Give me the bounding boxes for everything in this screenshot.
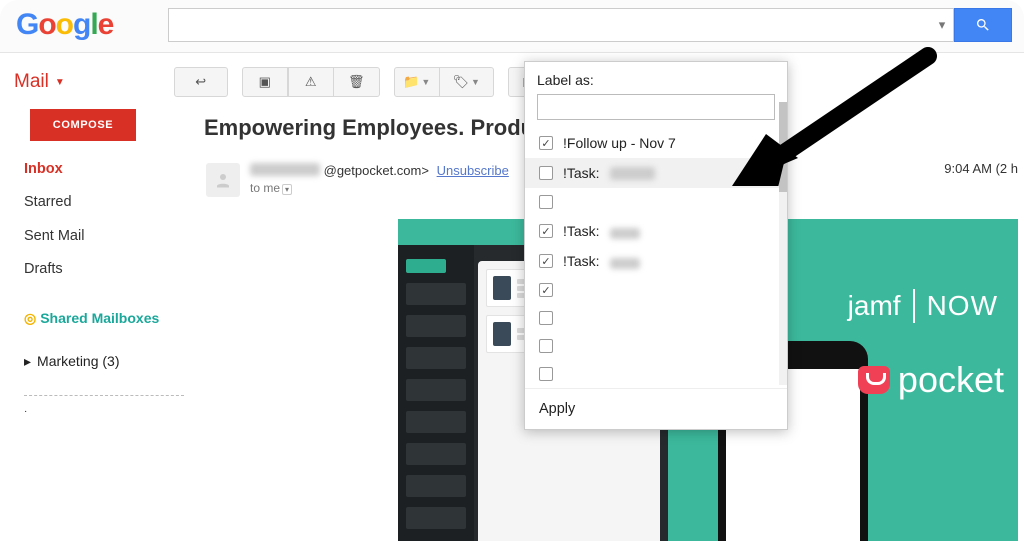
timestamp: 9:04 AM (2 h	[944, 161, 1018, 176]
label-text: !Task:	[563, 253, 600, 269]
label-row[interactable]	[525, 188, 787, 216]
label-list: !Follow up - Nov 7!Task:xxxx!Task:xxxx!T…	[525, 128, 787, 388]
move-group: 📁▼ 🏷▼	[394, 67, 494, 97]
spam-button[interactable]: ⚠	[288, 67, 334, 97]
nav-sent[interactable]: Sent Mail	[24, 220, 192, 253]
checkbox[interactable]	[539, 367, 553, 381]
mail-switcher[interactable]: Mail	[14, 71, 49, 93]
sender-name-redacted: xxxxxx	[250, 163, 320, 176]
label-dropdown-header: Label as:	[525, 62, 787, 94]
nav-drafts[interactable]: Drafts	[24, 253, 192, 286]
archive-button[interactable]: ▣	[242, 67, 288, 97]
left-nav: COMPOSE Inbox Starred Sent Mail Drafts ◎…	[0, 105, 192, 541]
spam-icon: ⚠	[305, 74, 317, 90]
back-button[interactable]: ↩	[174, 67, 228, 97]
promo-pocket-text: pocket	[858, 359, 1004, 401]
label-row[interactable]	[525, 332, 787, 360]
search-bar: ▾	[168, 8, 1012, 42]
shared-icon: ◎	[24, 302, 36, 334]
nav-starred[interactable]: Starred	[24, 186, 192, 219]
label-row[interactable]: !Follow up - Nov 7	[525, 128, 787, 158]
archive-icon: ▣	[259, 74, 271, 90]
label-row[interactable]: !Task: xxxx	[525, 216, 787, 246]
back-arrow-icon: ↩	[195, 74, 206, 90]
label-row[interactable]: !Task: xxxx	[525, 158, 787, 188]
caret-down-icon: ▼	[55, 77, 65, 88]
compose-button[interactable]: COMPOSE	[30, 109, 136, 141]
search-options-dropdown[interactable]: ▾	[931, 17, 953, 33]
sender-line: xxxxxx @getpocket.com> Unsubscribe	[250, 163, 509, 178]
nav-marketing[interactable]: ▸ Marketing (3)	[24, 345, 192, 377]
label-row[interactable]	[525, 276, 787, 304]
label-dropdown[interactable]: Label as: !Follow up - Nov 7!Task:xxxx!T…	[524, 61, 788, 430]
delete-button[interactable]: 🗑	[334, 67, 380, 97]
label-row[interactable]: !Task: xxxx	[525, 246, 787, 276]
checkbox[interactable]	[539, 166, 553, 180]
header-bar: Google ▾	[0, 0, 1024, 53]
label-apply-button[interactable]: Apply	[525, 388, 787, 429]
nav-shared-mailboxes[interactable]: ◎ Shared Mailboxes	[24, 302, 192, 334]
person-icon	[214, 171, 232, 189]
nav-inbox[interactable]: Inbox	[24, 153, 192, 186]
label-text-redacted: xxxx	[610, 228, 640, 239]
scrollbar-thumb[interactable]	[779, 102, 787, 192]
folder-icon: 📁	[403, 74, 419, 90]
label-row[interactable]	[525, 360, 787, 388]
checkbox[interactable]	[539, 283, 553, 297]
checkbox[interactable]	[539, 224, 553, 238]
label-text: !Task:	[563, 223, 600, 239]
checkbox[interactable]	[539, 136, 553, 150]
nav-misc: ·	[24, 400, 192, 423]
checkbox[interactable]	[539, 311, 553, 325]
action-group: ▣ ⚠ 🗑	[242, 67, 380, 97]
sender-avatar	[206, 163, 240, 197]
label-row[interactable]	[525, 304, 787, 332]
search-button[interactable]	[954, 8, 1012, 42]
recipient-line: to me▾	[250, 181, 509, 195]
sender-domain: @getpocket.com>	[324, 163, 429, 178]
checkbox[interactable]	[539, 339, 553, 353]
unsubscribe-link[interactable]: Unsubscribe	[437, 163, 509, 178]
moveto-button[interactable]: 📁▼	[394, 67, 440, 97]
checkbox[interactable]	[539, 254, 553, 268]
label-text: !Follow up - Nov 7	[563, 135, 676, 151]
label-icon: 🏷	[453, 74, 470, 90]
labels-button[interactable]: 🏷▼	[440, 67, 494, 97]
checkbox[interactable]	[539, 195, 553, 209]
pocket-icon	[858, 366, 890, 394]
toolbar-row: Mail ▼ ↩ ▣ ⚠ 🗑 📁▼ 🏷▼ More▼ ⏰ ▼	[0, 53, 1024, 105]
trash-icon: 🗑	[348, 74, 365, 90]
google-logo[interactable]: Google	[16, 8, 113, 42]
label-text-redacted: xxxx	[610, 167, 655, 180]
label-filter-input[interactable]	[537, 94, 775, 120]
label-text-redacted: xxxx	[610, 258, 640, 269]
search-input[interactable]	[169, 17, 931, 33]
search-box[interactable]: ▾	[168, 8, 954, 42]
nav-divider	[24, 395, 184, 396]
recipient-details-toggle[interactable]: ▾	[282, 184, 292, 195]
label-text: !Task:	[563, 165, 600, 181]
promo-jamf-text: jamfNOW	[848, 289, 998, 323]
caret-right-icon: ▸	[24, 345, 31, 377]
search-icon	[975, 17, 991, 33]
